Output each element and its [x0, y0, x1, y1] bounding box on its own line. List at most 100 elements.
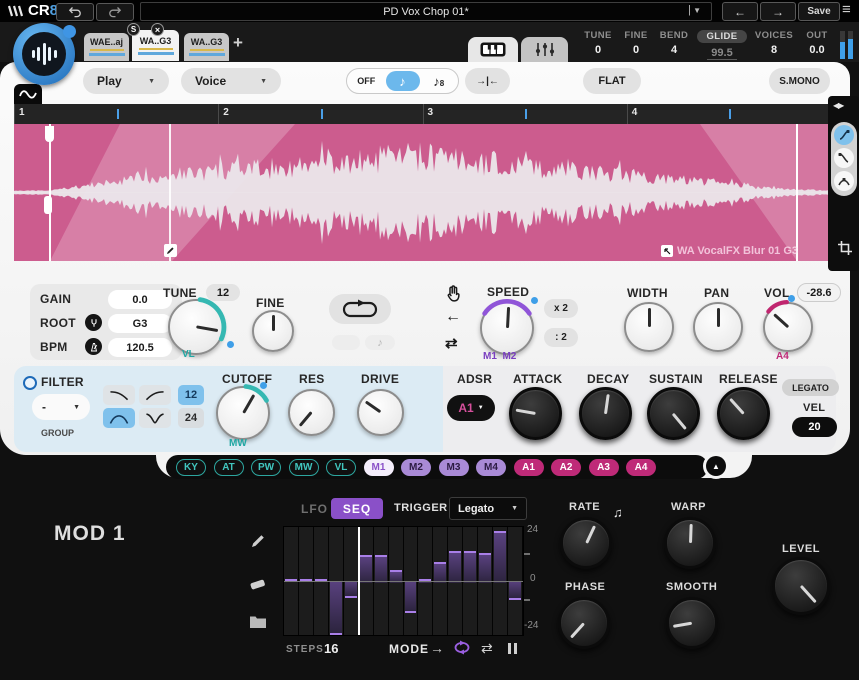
next-preset-button[interactable]: →	[760, 2, 796, 21]
speed-half-button[interactable]: : 2	[544, 328, 578, 347]
mod-slot-m3[interactable]: M3	[439, 459, 469, 476]
rate-sync-icon-wrap[interactable]: ♫	[613, 505, 623, 520]
fade-tool-3[interactable]	[834, 171, 854, 191]
mod-slot-a3[interactable]: A3	[589, 459, 619, 476]
reverse-mode-icon[interactable]: ←	[445, 308, 461, 326]
filter-type-notch[interactable]	[139, 408, 171, 428]
sample-start-marker[interactable]	[49, 124, 51, 261]
global-param-value[interactable]: 0	[580, 44, 616, 56]
loop-view-tab[interactable]	[14, 84, 42, 104]
loop-mode-button[interactable]	[329, 294, 391, 324]
decay-knob[interactable]	[579, 387, 632, 440]
seq-draw-tool[interactable]	[249, 532, 267, 555]
gate-mode-icon[interactable]	[444, 284, 462, 307]
sample-start-handle-top[interactable]	[45, 126, 54, 142]
sync-triplet-segment[interactable]: ♪8	[420, 74, 459, 89]
global-param-value[interactable]: 0	[621, 44, 651, 56]
seq-preset-tool[interactable]	[249, 614, 267, 634]
vol-knob[interactable]	[763, 302, 813, 352]
mod-slot-at[interactable]: AT	[214, 459, 244, 476]
cutoff-knob[interactable]	[216, 386, 270, 440]
mode-pause-button[interactable]	[508, 643, 517, 654]
filter-slope-24[interactable]: 24	[178, 408, 204, 428]
global-param-value[interactable]: 99.5	[707, 47, 736, 60]
loop-length-field[interactable]	[332, 335, 360, 350]
mod-slot-m2[interactable]: M2	[401, 459, 431, 476]
drive-knob[interactable]	[357, 389, 404, 436]
mod-slot-a4[interactable]: A4	[626, 459, 656, 476]
rate-knob[interactable]	[560, 517, 612, 569]
undo-button[interactable]	[56, 3, 94, 21]
level-knob[interactable]	[772, 557, 830, 615]
add-sample-tab-button[interactable]: +	[233, 33, 243, 53]
phase-knob[interactable]	[558, 597, 610, 649]
trigger-dropdown[interactable]: Legato ▼	[449, 497, 527, 520]
sample-tab-1[interactable]: WAE..aj	[84, 33, 129, 61]
global-param-value[interactable]: 4	[656, 44, 692, 56]
global-param-value[interactable]: 0.0	[801, 44, 833, 56]
filter-type-bandpass-selected[interactable]	[103, 408, 135, 428]
speed-double-button[interactable]: x 2	[544, 299, 578, 318]
tab-mixer-view[interactable]	[521, 37, 568, 62]
global-voices[interactable]: VOICES8	[752, 30, 796, 60]
adsr-env-dropdown[interactable]: A1 ▼	[447, 395, 495, 421]
global-param-value[interactable]: 8	[752, 44, 796, 56]
loop-sync-button[interactable]: ♪	[365, 335, 395, 350]
prev-preset-button[interactable]: ←	[722, 2, 758, 21]
flat-button[interactable]: FLAT	[583, 68, 641, 94]
mod-slot-pw[interactable]: PW	[251, 459, 281, 476]
seq-grid[interactable]	[283, 526, 524, 636]
sample-end-marker[interactable]	[796, 124, 798, 261]
fade-tool-selected[interactable]	[834, 125, 854, 145]
vol-value[interactable]: -28.6	[797, 283, 841, 302]
warp-knob[interactable]	[664, 517, 716, 569]
mode-pingpong-button[interactable]: ⇄	[481, 640, 493, 657]
root-detect-button[interactable]	[85, 314, 102, 331]
fine-knob[interactable]	[252, 310, 294, 352]
tune-knob[interactable]	[168, 299, 224, 355]
marker-edit-badge[interactable]	[164, 244, 177, 257]
global-glide[interactable]: GLIDE99.5	[697, 30, 747, 60]
res-knob[interactable]	[288, 389, 335, 436]
mod-slot-m1[interactable]: M1	[364, 459, 394, 476]
attack-knob[interactable]	[509, 387, 562, 440]
release-knob[interactable]	[717, 387, 770, 440]
filter-group-dropdown[interactable]: - ▼	[32, 394, 90, 420]
filter-type-highpass[interactable]	[139, 385, 171, 405]
preset-dropdown[interactable]: | ▼	[688, 4, 701, 16]
seq-tab-active[interactable]: SEQ	[331, 498, 383, 519]
tab-close-button[interactable]: ×	[151, 23, 164, 36]
play-mode-dropdown[interactable]: Play ▼	[83, 68, 169, 94]
fade-tool-2[interactable]	[834, 148, 854, 168]
sync-off-segment[interactable]: OFF	[347, 76, 386, 86]
alternate-mode-icon[interactable]: ⇄	[445, 334, 458, 352]
sample-tab-3[interactable]: WA..G3	[184, 33, 229, 61]
mod-slot-mw[interactable]: MW	[289, 459, 319, 476]
tab-keyboard-view[interactable]	[468, 37, 518, 62]
sustain-knob[interactable]	[647, 387, 700, 440]
timeline-ruler[interactable]: 1234	[14, 104, 831, 124]
global-out[interactable]: OUT0.0	[801, 30, 833, 60]
legato-button[interactable]: LEGATO	[782, 379, 839, 396]
hzoom-control[interactable]: ◀▶	[833, 101, 843, 110]
snap-button[interactable]: →|←	[465, 68, 510, 94]
mod-slot-m4[interactable]: M4	[476, 459, 506, 476]
save-button[interactable]: Save	[798, 2, 840, 21]
collapse-mod-panel-button[interactable]: ▲	[703, 453, 729, 479]
mono-button[interactable]: S.MONO	[769, 68, 830, 94]
mod-slot-vl[interactable]: VL	[326, 459, 356, 476]
global-fine[interactable]: FINE0	[621, 30, 651, 60]
global-bend[interactable]: BEND4	[656, 30, 692, 60]
mod-slot-a1[interactable]: A1	[514, 459, 544, 476]
loop-start-marker[interactable]	[169, 124, 171, 261]
bpm-value[interactable]: 120.5	[108, 338, 172, 357]
sample-start-handle-mid[interactable]	[44, 196, 52, 214]
steps-value[interactable]: 16	[324, 641, 338, 656]
mode-loop-button-selected[interactable]	[452, 640, 472, 660]
seq-erase-tool[interactable]	[249, 576, 267, 597]
filter-slope-12-selected[interactable]: 12	[178, 385, 204, 405]
vel-value[interactable]: 20	[792, 417, 837, 437]
voice-mode-dropdown[interactable]: Voice ▼	[181, 68, 281, 94]
smooth-knob[interactable]	[666, 597, 718, 649]
trim-button[interactable]	[837, 240, 853, 261]
